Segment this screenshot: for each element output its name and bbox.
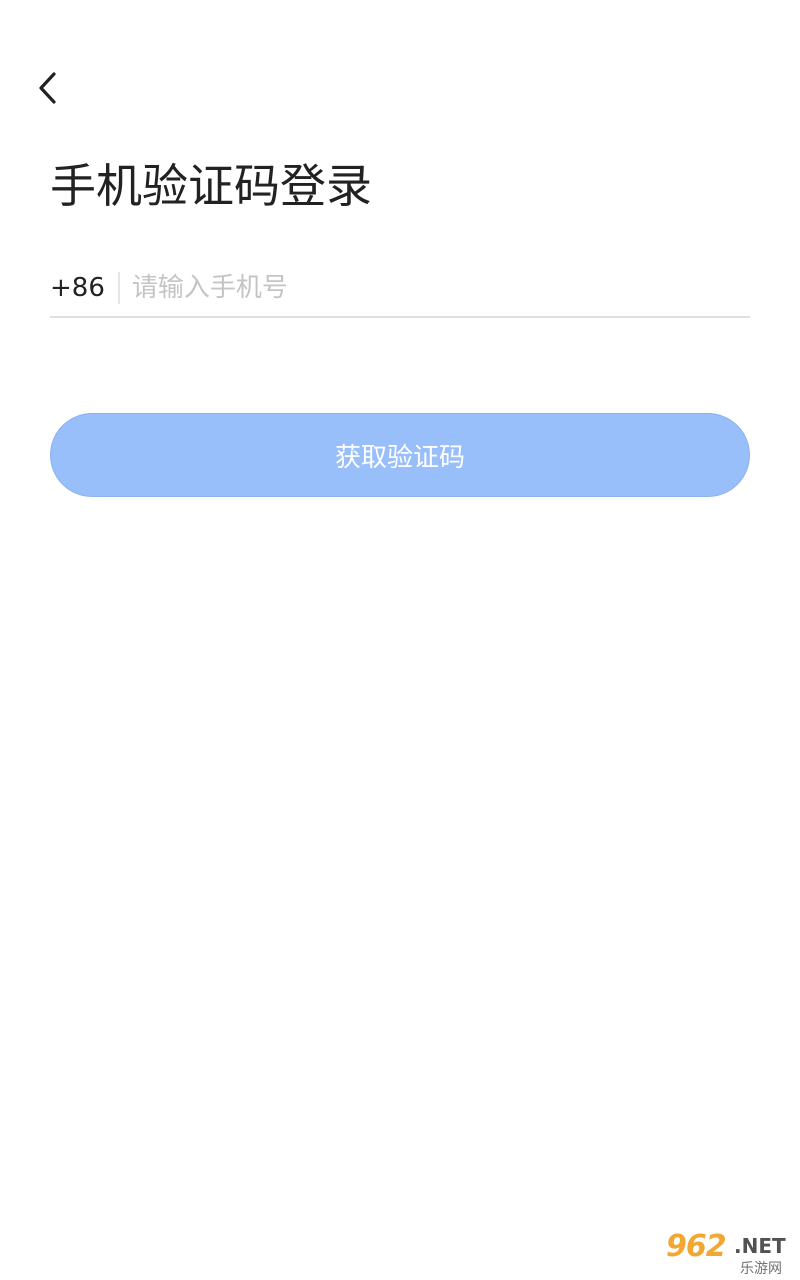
watermark-suffix-text: .NET [734, 1234, 786, 1258]
watermark-logo: 962 .NET 乐游网 [662, 1229, 796, 1278]
page-title: 手机验证码登录 [50, 159, 372, 213]
chevron-left-icon [39, 72, 56, 104]
back-button[interactable] [26, 64, 70, 112]
phone-input[interactable] [131, 268, 750, 308]
watermark-sub-text: 乐游网 [740, 1261, 782, 1277]
country-code-selector[interactable]: +86 [50, 273, 118, 303]
watermark-main-text: 962 [666, 1229, 727, 1264]
country-code-divider [117, 272, 120, 304]
phone-field-row: +86 [50, 260, 750, 318]
get-verification-code-button[interactable]: 获取验证码 [50, 413, 750, 497]
